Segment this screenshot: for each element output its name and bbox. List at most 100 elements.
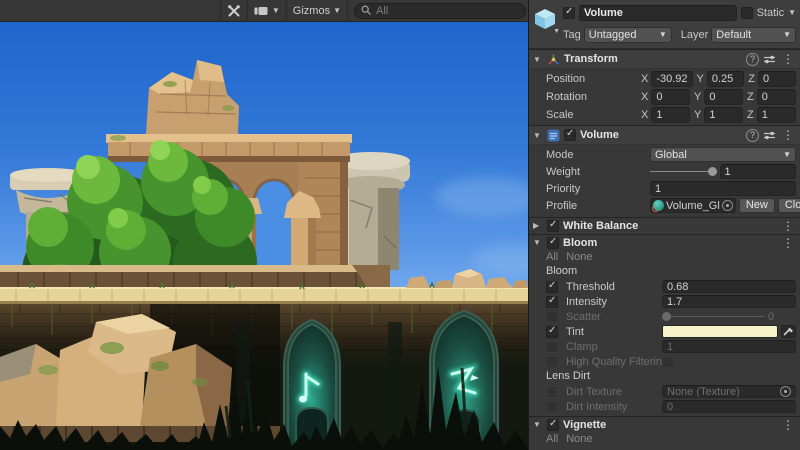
bloom-none-button[interactable]: None bbox=[566, 251, 592, 264]
scatter-override-checkbox[interactable] bbox=[546, 311, 558, 323]
hqf-value-checkbox[interactable] bbox=[662, 356, 674, 368]
profile-label: Profile bbox=[546, 200, 650, 212]
scale-x-field[interactable]: 1 bbox=[651, 107, 690, 123]
scene-view: ▼ Gizmos ▼ All bbox=[0, 0, 528, 450]
dirt-intensity-override-checkbox[interactable] bbox=[546, 401, 558, 413]
chevron-down-icon: ▼ bbox=[659, 31, 667, 39]
mode-row: Mode Global ▼ bbox=[533, 147, 796, 162]
intensity-override-checkbox[interactable] bbox=[546, 296, 558, 308]
priority-label: Priority bbox=[546, 183, 650, 195]
volume-profile-asset-icon bbox=[653, 200, 664, 211]
object-picker-icon[interactable] bbox=[722, 200, 733, 211]
foldout-icon[interactable]: ▼ bbox=[533, 55, 543, 64]
static-dropdown-icon[interactable]: ▼ bbox=[788, 9, 796, 17]
vignette-checkbox[interactable] bbox=[547, 419, 559, 431]
scene-camera-button[interactable]: ▼ bbox=[248, 0, 286, 22]
priority-field[interactable]: 1 bbox=[650, 181, 796, 196]
kebab-icon[interactable]: ⋮ bbox=[780, 53, 796, 65]
foldout-icon[interactable]: ▼ bbox=[533, 420, 543, 429]
eyedropper-icon[interactable] bbox=[781, 325, 796, 338]
bloom-all-button[interactable]: All bbox=[546, 251, 558, 264]
scale-row: Scale X1 Y1 Z1 bbox=[546, 107, 796, 123]
weight-slider[interactable] bbox=[650, 165, 717, 178]
preset-icon[interactable] bbox=[763, 130, 776, 141]
vignette-none-button[interactable]: None bbox=[566, 433, 592, 446]
scene-viewport[interactable] bbox=[0, 22, 528, 450]
scene-search-input[interactable]: All bbox=[354, 3, 526, 19]
tag-dropdown[interactable]: Untagged ▼ bbox=[584, 27, 672, 43]
white-balance-checkbox[interactable] bbox=[547, 220, 559, 232]
object-picker-icon[interactable] bbox=[780, 386, 791, 397]
transform-title: Transform bbox=[564, 53, 618, 65]
dirt-texture-object-field[interactable]: None (Texture) bbox=[662, 385, 796, 398]
scene-tools-button[interactable] bbox=[221, 0, 247, 22]
gameobject-name-field[interactable]: Volume bbox=[579, 5, 737, 21]
layer-dropdown[interactable]: Default ▼ bbox=[711, 27, 796, 43]
unity-editor-window: ▼ Gizmos ▼ All bbox=[0, 0, 800, 450]
mode-dropdown[interactable]: Global ▼ bbox=[650, 147, 796, 162]
threshold-field[interactable]: 0.68 bbox=[662, 280, 796, 293]
slider-knob[interactable] bbox=[708, 167, 717, 176]
hqf-override-checkbox[interactable] bbox=[546, 356, 558, 368]
tag-label: Tag bbox=[563, 29, 581, 41]
priority-row: Priority 1 bbox=[533, 181, 796, 196]
gizmos-label: Gizmos bbox=[293, 5, 330, 17]
vignette-title: Vignette bbox=[563, 419, 606, 431]
static-checkbox[interactable] bbox=[741, 7, 753, 19]
weight-field[interactable]: 1 bbox=[720, 164, 797, 179]
profile-clone-button[interactable]: Clone bbox=[778, 198, 800, 213]
dirt-texture-override-checkbox[interactable] bbox=[546, 386, 558, 398]
scene-render bbox=[0, 22, 528, 450]
slider-knob[interactable] bbox=[662, 312, 671, 321]
search-placeholder: All bbox=[376, 5, 388, 17]
volume-enabled-checkbox[interactable] bbox=[564, 129, 576, 141]
intensity-field[interactable]: 1.7 bbox=[662, 295, 796, 308]
white-balance-header[interactable]: ▶ White Balance ⋮ bbox=[529, 217, 800, 233]
vignette-all-button[interactable]: All bbox=[546, 433, 558, 446]
dirt-intensity-field[interactable]: 0 bbox=[662, 400, 796, 413]
toolbar-divider bbox=[347, 0, 348, 22]
scatter-row: Scatter 0 bbox=[546, 310, 796, 323]
chevron-down-icon: ▼ bbox=[553, 28, 560, 35]
bloom-header[interactable]: ▼ Bloom ⋮ bbox=[529, 234, 800, 250]
active-checkbox[interactable] bbox=[563, 7, 575, 19]
foldout-icon[interactable]: ▼ bbox=[533, 238, 543, 247]
help-icon[interactable]: ? bbox=[746, 53, 759, 66]
preset-icon[interactable] bbox=[763, 54, 776, 65]
volume-script-icon bbox=[547, 129, 560, 142]
kebab-icon[interactable]: ⋮ bbox=[780, 419, 796, 431]
kebab-icon[interactable]: ⋮ bbox=[780, 220, 796, 232]
profile-row: Profile Volume_Gl New Clone bbox=[533, 198, 796, 213]
threshold-override-checkbox[interactable] bbox=[546, 281, 558, 293]
position-z-field[interactable]: 0 bbox=[758, 71, 796, 87]
rotation-y-field[interactable]: 0 bbox=[704, 89, 743, 105]
position-y-field[interactable]: 0.25 bbox=[707, 71, 744, 87]
foldout-icon[interactable]: ▼ bbox=[533, 131, 543, 140]
white-balance-title: White Balance bbox=[563, 220, 638, 232]
foldout-icon[interactable]: ▶ bbox=[533, 221, 543, 230]
scatter-slider[interactable] bbox=[662, 310, 765, 323]
lens-dirt-group-label: Lens Dirt bbox=[546, 370, 796, 383]
gameobject-cube-icon[interactable]: ▼ bbox=[533, 7, 559, 33]
rotation-z-field[interactable]: 0 bbox=[757, 89, 796, 105]
chevron-down-icon: ▼ bbox=[272, 7, 280, 15]
help-icon[interactable]: ? bbox=[746, 129, 759, 142]
volume-component-header[interactable]: ▼ Volume ? ⋮ bbox=[529, 125, 800, 145]
vignette-header[interactable]: ▼ Vignette ⋮ bbox=[529, 416, 800, 432]
profile-new-button[interactable]: New bbox=[739, 198, 775, 213]
tint-color-swatch[interactable] bbox=[662, 325, 778, 338]
profile-object-field[interactable]: Volume_Gl bbox=[650, 198, 736, 213]
scale-y-field[interactable]: 1 bbox=[704, 107, 743, 123]
kebab-icon[interactable]: ⋮ bbox=[780, 237, 796, 249]
clamp-field[interactable]: 1 bbox=[662, 340, 796, 353]
rotation-x-field[interactable]: 0 bbox=[651, 89, 690, 105]
scale-z-field[interactable]: 1 bbox=[757, 107, 796, 123]
gizmos-dropdown[interactable]: Gizmos ▼ bbox=[287, 0, 347, 22]
tint-override-checkbox[interactable] bbox=[546, 326, 558, 338]
clamp-row: Clamp 1 bbox=[546, 340, 796, 353]
kebab-icon[interactable]: ⋮ bbox=[780, 129, 796, 141]
position-x-field[interactable]: -30.92 bbox=[651, 71, 692, 87]
clamp-override-checkbox[interactable] bbox=[546, 341, 558, 353]
bloom-checkbox[interactable] bbox=[547, 237, 559, 249]
transform-header[interactable]: ▼ Transform ? ⋮ bbox=[529, 49, 800, 69]
